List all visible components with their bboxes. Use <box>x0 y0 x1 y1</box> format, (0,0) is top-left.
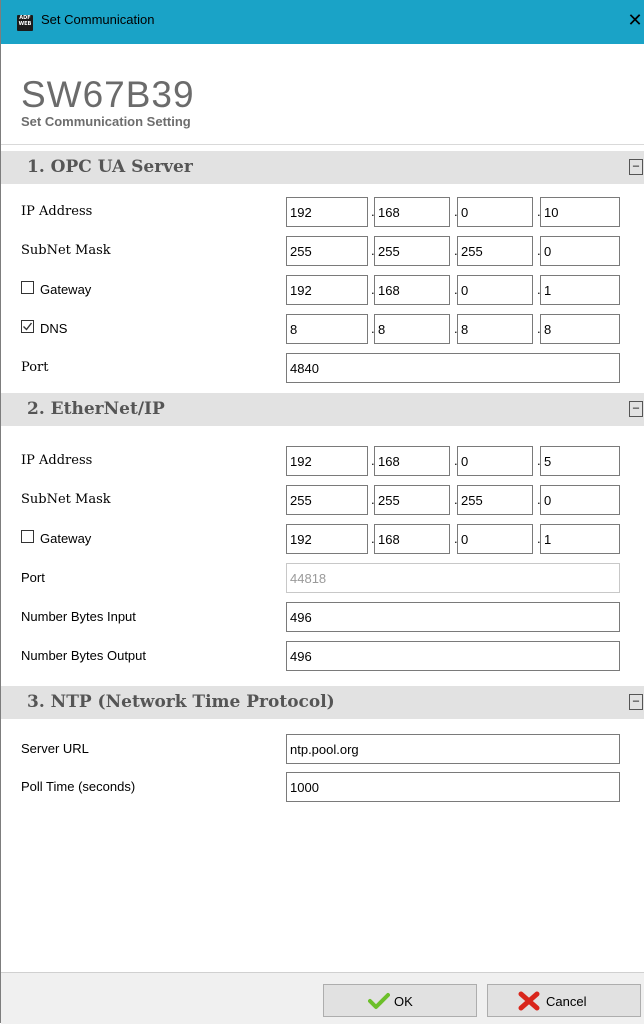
label-eip-bytes-input: Number Bytes Input <box>21 609 136 624</box>
eip-gateway-octet-2[interactable]: 168 <box>374 524 450 554</box>
ok-button-label: OK <box>394 994 413 1009</box>
section-opcua-header[interactable]: 1. OPC UA Server − <box>1 151 644 184</box>
check-icon <box>23 322 33 331</box>
ntp-server-input[interactable]: ntp.pool.org <box>286 734 620 764</box>
label-opcua-port: Port <box>21 360 49 375</box>
eip-gateway-octet-3[interactable]: 0 <box>457 524 533 554</box>
cancel-button-label: Cancel <box>546 994 587 1009</box>
opcua-mask-octet-4[interactable]: 0 <box>540 236 620 266</box>
opcua-gateway-octet-3[interactable]: 0 <box>457 275 533 305</box>
window-title: Set Communication <box>41 12 155 27</box>
opcua-gateway-octet-1[interactable]: 192 <box>286 275 368 305</box>
eip-bytes-output-field[interactable]: 496 <box>286 641 620 671</box>
eip-gateway-checkbox[interactable] <box>21 530 34 543</box>
opcua-dns-octet-2[interactable]: 8 <box>374 314 450 344</box>
opcua-dns-checkbox[interactable] <box>21 320 34 333</box>
label-ntp-poll: Poll Time (seconds) <box>21 779 136 794</box>
row-eip-bytes-output: Number Bytes Output 496 <box>1 641 644 671</box>
opcua-gateway-checkbox[interactable] <box>21 281 34 294</box>
check-icon <box>368 993 390 1009</box>
eip-ip-octet-3[interactable]: 0 <box>457 446 533 476</box>
opcua-ip-octet-2[interactable]: 168 <box>374 197 450 227</box>
settings-content: 1. OPC UA Server − IP Address 192 . 168 … <box>1 144 644 973</box>
row-ntp-server: Server URL ntp.pool.org <box>1 734 644 764</box>
cross-icon <box>518 991 540 1011</box>
opcua-dns-octet-1[interactable]: 8 <box>286 314 368 344</box>
label-eip-mask: SubNet Mask <box>21 492 111 507</box>
row-ntp-poll: Poll Time (seconds) 1000 <box>1 772 644 802</box>
opcua-gateway-octet-4[interactable]: 1 <box>540 275 620 305</box>
label-opcua-ip: IP Address <box>21 204 93 219</box>
row-eip-gateway: Gateway 192 . 168 . 0 . 1 <box>1 524 644 554</box>
row-opcua-port: Port 4840 <box>1 353 644 383</box>
opcua-ip-octet-3[interactable]: 0 <box>457 197 533 227</box>
collapse-ethernetip-icon[interactable]: − <box>629 401 643 417</box>
label-eip-gateway: Gateway <box>40 531 92 546</box>
label-opcua-dns: DNS <box>40 321 68 336</box>
row-opcua-dns: DNS 8 . 8 . 8 . 8 <box>1 314 644 344</box>
label-eip-port: Port <box>21 570 45 585</box>
opcua-mask-octet-2[interactable]: 255 <box>374 236 450 266</box>
row-opcua-ip: IP Address 192 . 168 . 0 . 10 <box>1 197 644 227</box>
row-eip-port: Port 44818 <box>1 563 644 593</box>
row-opcua-gateway: Gateway 192 . 168 . 0 . 1 <box>1 275 644 305</box>
label-opcua-gateway: Gateway <box>40 282 92 297</box>
row-eip-ip: IP Address 192 . 168 . 0 . 5 <box>1 446 644 476</box>
eip-bytes-input-field[interactable]: 496 <box>286 602 620 632</box>
eip-ip-octet-2[interactable]: 168 <box>374 446 450 476</box>
opcua-dns-octet-4[interactable]: 8 <box>540 314 620 344</box>
app-icon: ADF WEB <box>17 15 33 31</box>
eip-mask-octet-2[interactable]: 255 <box>374 485 450 515</box>
section-ntp-header[interactable]: 3. NTP (Network Time Protocol) − <box>1 686 644 719</box>
collapse-opcua-icon[interactable]: − <box>629 159 643 175</box>
label-eip-ip: IP Address <box>21 453 93 468</box>
eip-mask-octet-1[interactable]: 255 <box>286 485 368 515</box>
section-ethernetip-header[interactable]: 2. EtherNet/IP − <box>1 393 644 426</box>
ntp-poll-input[interactable]: 1000 <box>286 772 620 802</box>
eip-gateway-octet-1[interactable]: 192 <box>286 524 368 554</box>
opcua-mask-octet-3[interactable]: 255 <box>457 236 533 266</box>
collapse-ntp-icon[interactable]: − <box>629 694 643 710</box>
set-communication-window: ADF WEB Set Communication ✕ SW67B39 Set … <box>0 0 644 1024</box>
dialog-footer: OK Cancel <box>1 972 644 1024</box>
label-opcua-mask: SubNet Mask <box>21 243 111 258</box>
opcua-mask-octet-1[interactable]: 255 <box>286 236 368 266</box>
product-name: SW67B39 <box>21 74 195 115</box>
opcua-ip-octet-4[interactable]: 10 <box>540 197 620 227</box>
section-ethernetip-title: 2. EtherNet/IP <box>27 399 165 419</box>
row-eip-bytes-input: Number Bytes Input 496 <box>1 602 644 632</box>
eip-gateway-octet-4[interactable]: 1 <box>540 524 620 554</box>
close-icon[interactable]: ✕ <box>625 0 644 44</box>
opcua-gateway-octet-2[interactable]: 168 <box>374 275 450 305</box>
header: SW67B39 Set Communication Setting <box>1 44 644 144</box>
title-bar: ADF WEB Set Communication ✕ <box>1 0 644 44</box>
label-eip-bytes-output: Number Bytes Output <box>21 648 146 663</box>
eip-mask-octet-3[interactable]: 255 <box>457 485 533 515</box>
row-eip-mask: SubNet Mask 255 . 255 . 255 . 0 <box>1 485 644 515</box>
opcua-ip-octet-1[interactable]: 192 <box>286 197 368 227</box>
opcua-port-input[interactable]: 4840 <box>286 353 620 383</box>
row-opcua-mask: SubNet Mask 255 . 255 . 255 . 0 <box>1 236 644 266</box>
label-ntp-server: Server URL <box>21 741 89 756</box>
cancel-button[interactable]: Cancel <box>487 984 641 1017</box>
eip-mask-octet-4[interactable]: 0 <box>540 485 620 515</box>
app-icon-text-bottom: WEB <box>18 21 32 27</box>
ok-button[interactable]: OK <box>323 984 477 1017</box>
eip-ip-octet-1[interactable]: 192 <box>286 446 368 476</box>
section-opcua-title: 1. OPC UA Server <box>27 157 193 177</box>
eip-port-input: 44818 <box>286 563 620 593</box>
opcua-dns-octet-3[interactable]: 8 <box>457 314 533 344</box>
page-subtitle: Set Communication Setting <box>21 114 191 129</box>
section-ntp-title: 3. NTP (Network Time Protocol) <box>27 692 335 712</box>
eip-ip-octet-4[interactable]: 5 <box>540 446 620 476</box>
